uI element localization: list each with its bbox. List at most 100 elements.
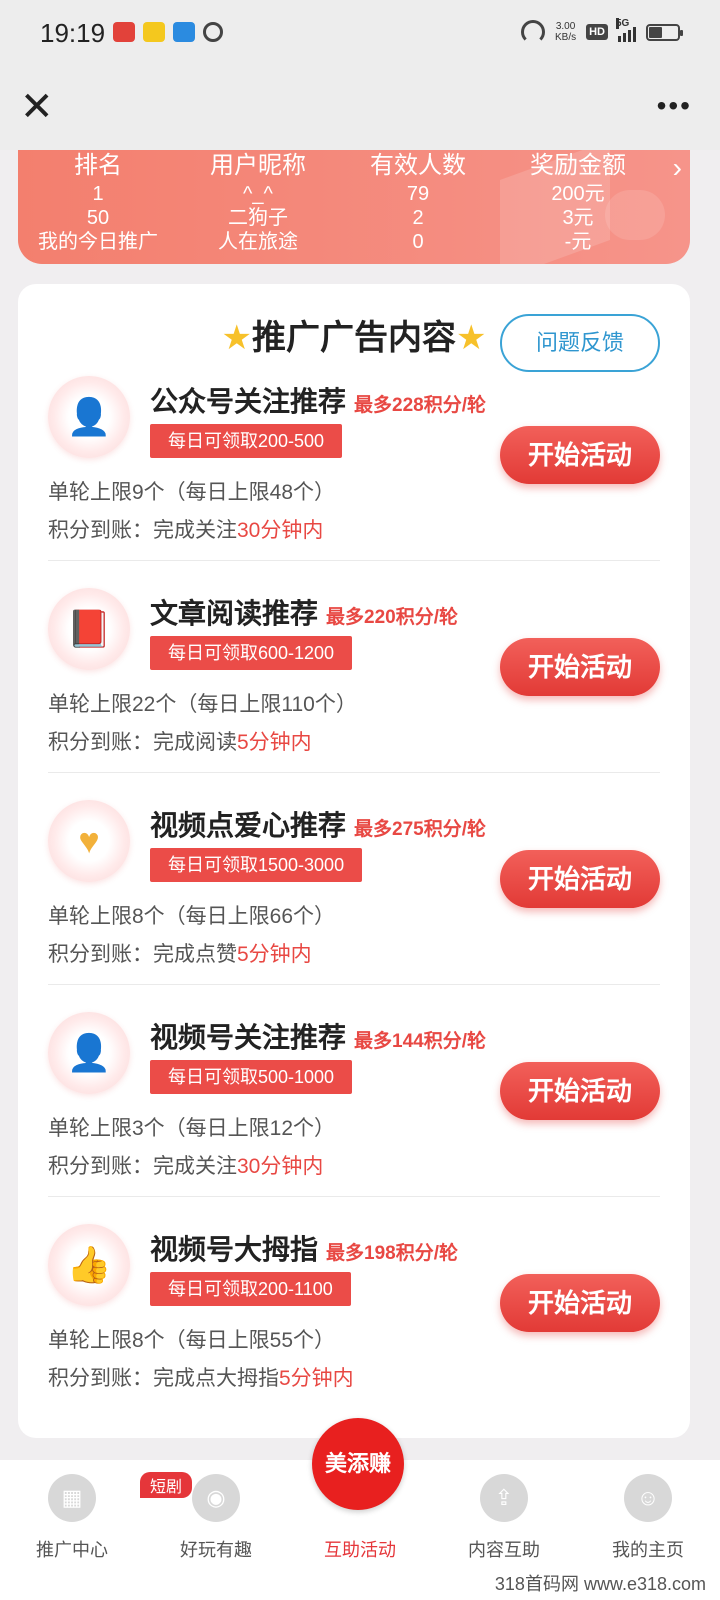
ranking-header-reward: 奖励金额: [530, 152, 626, 179]
speed-icon: [520, 20, 545, 44]
heart-icon: ♥: [48, 800, 130, 882]
signal-bar: [633, 27, 636, 42]
task-name: 视频点爱心推荐 最多275积分/轮: [150, 804, 486, 844]
start-activity-button[interactable]: 开始活动: [500, 850, 660, 908]
task-max: 最多198积分/轮: [326, 1243, 458, 1264]
battery-icon: [646, 23, 683, 41]
task-item: 👍 视频号大拇指 最多198积分/轮 每日可领取200-1100 单轮上限8个（每…: [48, 1224, 660, 1440]
task-name: 视频号关注推荐 最多144积分/轮: [150, 1016, 486, 1056]
card-title-text: 推广广告内容: [252, 319, 456, 357]
signal-bar: [628, 30, 631, 42]
status-bar: 19:19 3.00 KB/s HD 5G: [0, 0, 720, 66]
ranking-cell: 人在旅途: [218, 231, 298, 253]
task-daily-badge: 每日可领取200-500: [150, 424, 343, 458]
task-credit-prefix: 积分到账：完成点赞: [48, 943, 237, 966]
ranking-header-row: 排名 用户昵称 有效人数 奖励金额: [18, 150, 690, 182]
task-max: 最多275积分/轮: [354, 819, 486, 840]
nav-item-promo-center[interactable]: ▦ 推广中心: [0, 1460, 144, 1600]
thumbs-up-icon: 👍: [48, 1224, 130, 1306]
task-limit: 单轮上限22个（每日上限110个）: [48, 693, 357, 716]
task-credit-time: 30分钟内: [237, 519, 324, 542]
ranking-banner[interactable]: 排名 用户昵称 有效人数 奖励金额 1 ^_^ 79 200元 50 二狗子 2…: [18, 150, 690, 264]
task-credit-time: 5分钟内: [237, 731, 312, 754]
user-flower-icon: 👤: [48, 1012, 130, 1094]
ranking-row: 1 ^_^ 79 200元: [18, 182, 690, 206]
planet-icon: ◉: [192, 1474, 240, 1522]
task-max: 最多220积分/轮: [326, 607, 458, 628]
battery-fill: [649, 26, 662, 38]
divider: [48, 560, 660, 561]
task-credit-prefix: 积分到账：完成关注: [48, 519, 237, 542]
status-time: 19:19: [40, 18, 106, 48]
feedback-button[interactable]: 问题反馈: [500, 314, 660, 372]
task-name-text: 文章阅读推荐: [150, 598, 319, 629]
webview-header: ✕ •••: [0, 66, 720, 150]
ranking-cell: -元: [564, 231, 592, 253]
task-credit-prefix: 积分到账：完成点大拇指: [48, 1367, 279, 1390]
nav-label: 我的主页: [612, 1540, 684, 1560]
ranking-row: 50 二狗子 2 3元: [18, 206, 690, 230]
close-icon[interactable]: ✕: [20, 87, 54, 128]
book-icon: 📕: [48, 588, 130, 670]
start-activity-button[interactable]: 开始活动: [500, 1062, 660, 1120]
signal-bar: [623, 33, 626, 42]
task-credit: 积分到账：完成阅读5分钟内: [48, 726, 312, 756]
task-credit: 积分到账：完成点大拇指5分钟内: [48, 1362, 354, 1392]
more-icon[interactable]: •••: [657, 92, 692, 120]
ranking-header-nickname: 用户昵称: [210, 152, 306, 179]
task-credit-time: 5分钟内: [279, 1367, 354, 1390]
task-name: 文章阅读推荐 最多220积分/轮: [150, 592, 458, 632]
start-activity-button[interactable]: 开始活动: [500, 638, 660, 696]
nav-item-fun[interactable]: ◉ 短剧 好玩有趣: [140, 1460, 288, 1600]
meituan-icon: [143, 22, 165, 42]
ranking-cell: 1: [92, 183, 104, 205]
ranking-cell: 50: [86, 207, 110, 229]
status-right: 3.00 KB/s HD 5G: [520, 18, 683, 44]
signal-icon: 5G: [616, 18, 636, 42]
app-notification-icon: [173, 22, 195, 42]
promo-content-card: ★推广广告内容★ 问题反馈 👤 公众号关注推荐 最多228积分/轮 每日可领取20…: [18, 284, 690, 1438]
star-icon: ★: [221, 319, 252, 357]
ranking-header-rank: 排名: [74, 152, 122, 179]
task-name-text: 视频点爱心推荐: [150, 810, 347, 841]
task-credit-time: 5分钟内: [237, 943, 312, 966]
logo-icon[interactable]: 美添赚: [312, 1418, 404, 1510]
watermark: 318首码网 www.e318.com: [494, 1574, 706, 1594]
net-speed: 3.00 KB/s: [555, 21, 576, 43]
task-name-text: 公众号关注推荐: [150, 386, 347, 417]
divider: [48, 772, 660, 773]
ranking-cell: ^_^: [243, 183, 273, 205]
ranking-cell: 我的今日推广: [38, 231, 158, 253]
divider: [48, 984, 660, 985]
task-credit-time: 30分钟内: [237, 1155, 324, 1178]
divider: [48, 1196, 660, 1197]
network-type: 5G: [616, 18, 630, 29]
bottom-nav: ▦ 推广中心 ◉ 短剧 好玩有趣 互助活动 美添赚 ⇪ 内容互助 ☺ 我的主页 …: [0, 1418, 720, 1600]
profile-icon: ☺: [624, 1474, 672, 1522]
chevron-right-icon[interactable]: ›: [673, 152, 682, 184]
ranking-cell: 3元: [562, 207, 594, 229]
net-speed-unit: KB/s: [554, 32, 577, 43]
task-limit: 单轮上限9个（每日上限48个）: [48, 481, 336, 504]
nav-label: 内容互助: [468, 1540, 540, 1560]
task-credit-prefix: 积分到账：完成阅读: [48, 731, 237, 754]
signal-bar: [618, 36, 621, 42]
task-credit: 积分到账：完成点赞5分钟内: [48, 938, 312, 968]
upload-doc-icon: ⇪: [480, 1474, 528, 1522]
nav-label: 互助活动: [324, 1540, 396, 1560]
task-credit: 积分到账：完成关注30分钟内: [48, 1150, 323, 1180]
net-speed-value: 3.00: [555, 21, 576, 32]
task-daily-badge: 每日可领取600-1200: [150, 636, 353, 670]
ranking-header-count: 有效人数: [370, 152, 466, 179]
grid-icon: ▦: [48, 1474, 96, 1522]
task-daily-badge: 每日可领取500-1000: [150, 1060, 353, 1094]
start-activity-button[interactable]: 开始活动: [500, 1274, 660, 1332]
start-activity-button[interactable]: 开始活动: [500, 426, 660, 484]
task-daily-badge: 每日可领取200-1100: [150, 1272, 351, 1306]
ranking-cell: 2: [412, 207, 424, 229]
hd-badge: HD: [586, 24, 608, 40]
task-limit: 单轮上限3个（每日上限12个）: [48, 1117, 336, 1140]
ranking-cell: 79: [406, 183, 430, 205]
task-max: 最多144积分/轮: [354, 1031, 486, 1052]
star-icon: ★: [456, 319, 487, 357]
